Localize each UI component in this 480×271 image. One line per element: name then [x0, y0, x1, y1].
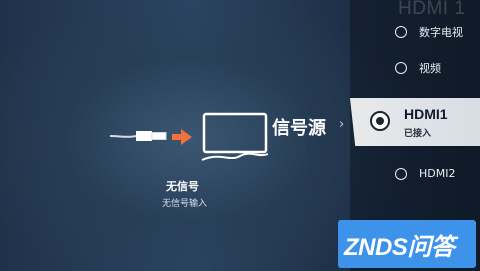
- radio-button-icon: [395, 168, 407, 180]
- radio-button-icon: [395, 62, 407, 74]
- source-item-label: HDMI1: [404, 106, 448, 122]
- source-item-video[interactable]: 视频: [0, 56, 480, 80]
- source-item-label: 视频: [419, 62, 441, 75]
- radio-button-icon: [395, 26, 407, 38]
- chevron-right-icon: ›: [339, 117, 345, 132]
- tv-icon: [201, 112, 269, 161]
- source-item-label: 数字电视: [419, 26, 463, 39]
- no-signal-subtitle: 无信号输入: [162, 199, 208, 209]
- arrow-right-icon: [172, 129, 192, 145]
- znds-logo-text: ZNDS问答: [344, 234, 455, 261]
- tv-screen: HDMI 1 无信号 无信号输入 信号源 › 数字电视 视频 HDMI1 已接入…: [0, 0, 480, 271]
- hdmi-cable-icon: [110, 131, 167, 141]
- source-item-label: HDMI2: [419, 167, 456, 180]
- radio-selected-dot: [376, 117, 384, 125]
- source-menu-title: 信号源: [272, 118, 326, 139]
- source-item-status: 已接入: [404, 129, 432, 139]
- source-item-hdmi2[interactable]: HDMI2: [0, 162, 480, 186]
- source-item-digital-tv[interactable]: 数字电视: [0, 20, 480, 44]
- current-source-faded: HDMI 1: [398, 0, 466, 19]
